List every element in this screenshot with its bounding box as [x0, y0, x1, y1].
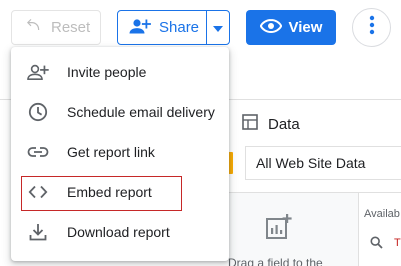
menu-item-label: Get report link [67, 144, 155, 160]
menu-item-invite-people[interactable]: Invite people [11, 52, 229, 92]
view-label: View [288, 19, 323, 36]
available-fields-panel [358, 193, 401, 266]
more-options-button[interactable] [352, 8, 391, 47]
share-dropdown-toggle[interactable] [206, 11, 229, 44]
eye-icon [259, 18, 282, 37]
link-icon [27, 141, 49, 163]
data-panel-title: Data [242, 114, 300, 134]
data-title-label: Data [268, 115, 300, 133]
add-chart-icon [266, 214, 292, 245]
embed-report-highlight [21, 176, 182, 211]
share-main-button[interactable]: Share [118, 11, 206, 44]
more-vert-icon [369, 15, 375, 40]
caret-down-icon [213, 19, 223, 36]
search-icon[interactable] [370, 236, 383, 254]
reset-button[interactable]: Reset [11, 10, 101, 45]
data-source-selector[interactable]: All Web Site Data [245, 146, 401, 180]
view-button[interactable]: View [246, 10, 336, 45]
share-button[interactable]: Share [117, 10, 230, 45]
available-fields-label: Availab [364, 208, 400, 220]
reset-label: Reset [51, 19, 91, 36]
menu-item-label: Download report [67, 224, 170, 240]
person-add-icon [27, 61, 49, 83]
drop-hint-text: Drag a field to the [228, 256, 323, 266]
clock-icon [27, 101, 49, 123]
person-add-icon [129, 18, 151, 38]
menu-item-get-report-link[interactable]: Get report link [11, 132, 229, 172]
field-search-text: T [394, 237, 401, 249]
data-source-name: All Web Site Data [256, 155, 366, 171]
menu-item-label: Invite people [67, 64, 147, 80]
menu-item-download-report[interactable]: Download report [11, 212, 229, 252]
data-source-row[interactable]: All Web Site Data [228, 146, 401, 180]
menu-item-label: Schedule email delivery [67, 104, 215, 120]
undo-icon [25, 18, 43, 37]
share-label: Share [159, 19, 200, 36]
share-dropdown-menu: Invite people Schedule email delivery Ge… [11, 47, 229, 261]
download-icon [27, 221, 49, 243]
menu-item-schedule-email[interactable]: Schedule email delivery [11, 92, 229, 132]
table-icon [242, 114, 258, 134]
